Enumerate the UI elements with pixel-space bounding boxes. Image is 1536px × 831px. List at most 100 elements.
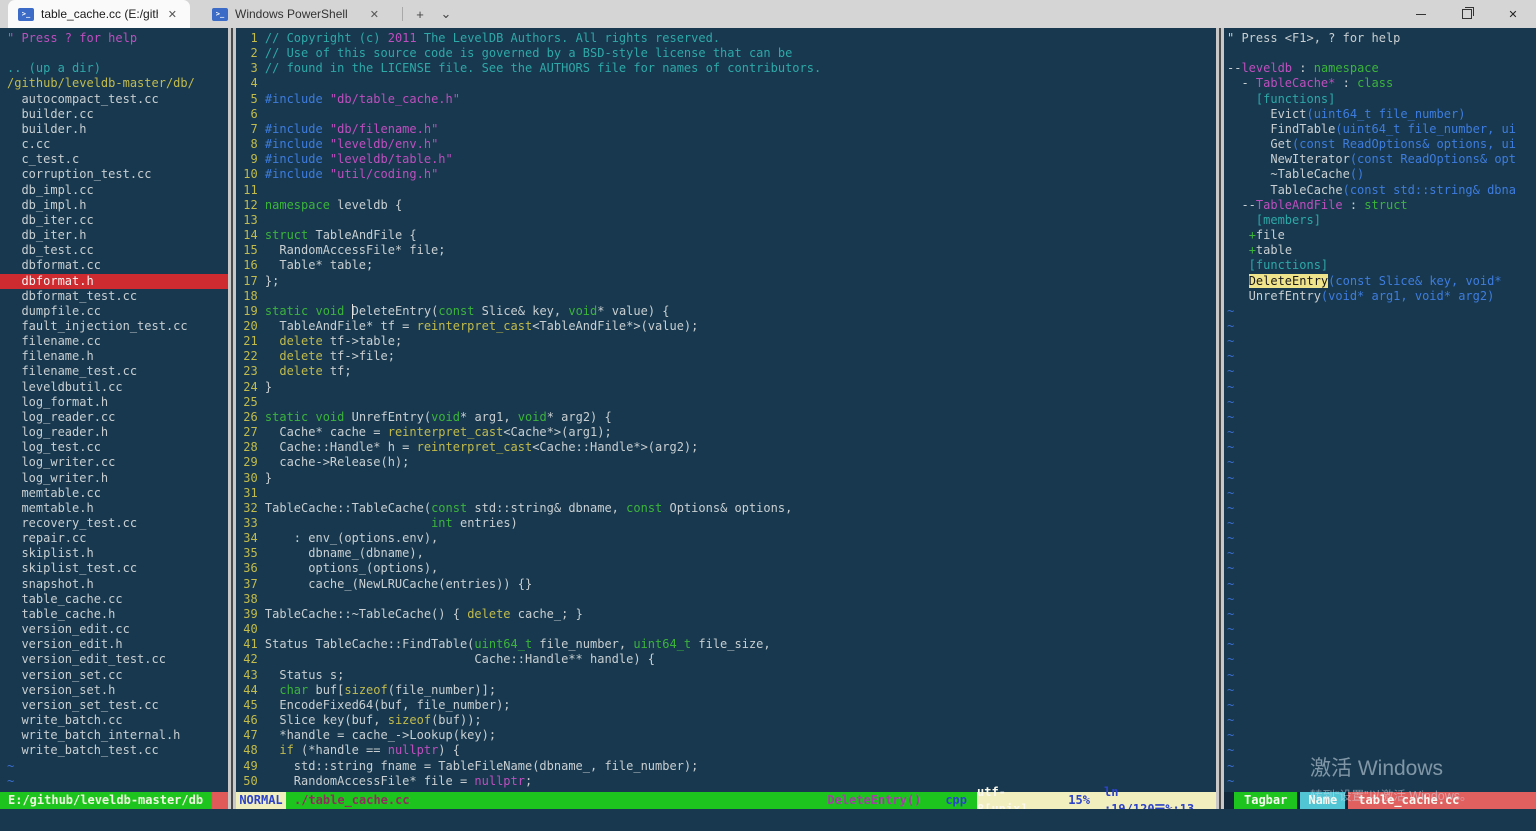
tag-item[interactable]: [functions] <box>1227 92 1536 107</box>
tree-item[interactable]: c_test.c <box>7 152 228 167</box>
code-line[interactable]: 45 EncodeFixed64(buf, file_number); <box>236 698 1216 713</box>
tag-item[interactable]: --leveldb : namespace <box>1227 61 1536 76</box>
code-line[interactable]: 39TableCache::~TableCache() { delete cac… <box>236 607 1216 622</box>
maximize-button[interactable] <box>1444 0 1490 28</box>
code-line[interactable]: 35 dbname_(dbname), <box>236 546 1216 561</box>
code-line[interactable]: 16 Table* table; <box>236 258 1216 273</box>
tag-item[interactable]: NewIterator(const ReadOptions& opt <box>1227 152 1536 167</box>
new-tab-button[interactable]: + <box>407 0 433 28</box>
code-line[interactable]: 29 cache->Release(h); <box>236 455 1216 470</box>
tree-item[interactable]: filename_test.cc <box>7 364 228 379</box>
code-line[interactable]: 23 delete tf; <box>236 364 1216 379</box>
tree-item[interactable]: fault_injection_test.cc <box>7 319 228 334</box>
code-line[interactable]: 42 Cache::Handle** handle) { <box>236 652 1216 667</box>
tree-item[interactable]: filename.cc <box>7 334 228 349</box>
tree-item[interactable]: dbformat_test.cc <box>7 289 228 304</box>
code-line[interactable]: 11 <box>236 183 1216 198</box>
tab-close-icon[interactable]: ✕ <box>367 8 382 21</box>
code-line[interactable]: 13 <box>236 213 1216 228</box>
tree-item[interactable]: repair.cc <box>7 531 228 546</box>
tag-item[interactable]: DeleteEntry(const Slice& key, void* <box>1227 274 1536 289</box>
tag-item[interactable]: Evict(uint64_t file_number) <box>1227 107 1536 122</box>
tree-item[interactable]: log_format.h <box>7 395 228 410</box>
title-bar[interactable]: >_ table_cache.cc (E:/github/leveld ✕ >_… <box>0 0 1536 28</box>
code-line[interactable]: 22 delete tf->file; <box>236 349 1216 364</box>
tree-item[interactable]: db_iter.cc <box>7 213 228 228</box>
tree-item[interactable]: db_iter.h <box>7 228 228 243</box>
tree-item[interactable]: db_test.cc <box>7 243 228 258</box>
code-line[interactable]: 3// found in the LICENSE file. See the A… <box>236 61 1216 76</box>
tree-item[interactable]: version_edit.cc <box>7 622 228 637</box>
tab-close-icon[interactable]: ✕ <box>165 8 180 21</box>
code-line[interactable]: 14struct TableAndFile { <box>236 228 1216 243</box>
code-line[interactable]: 30} <box>236 471 1216 486</box>
tree-item[interactable]: builder.h <box>7 122 228 137</box>
code-line[interactable]: 5#include "db/table_cache.h" <box>236 92 1216 107</box>
tab-powershell[interactable]: >_ Windows PowerShell ✕ <box>202 0 392 28</box>
tree-item[interactable] <box>7 46 228 61</box>
tree-item[interactable]: filename.h <box>7 349 228 364</box>
tag-item[interactable]: FindTable(uint64_t file_number, ui <box>1227 122 1536 137</box>
code-line[interactable]: 49 std::string fname = TableFileName(dbn… <box>236 759 1216 774</box>
tree-item[interactable]: memtable.h <box>7 501 228 516</box>
code-line[interactable]: 27 Cache* cache = reinterpret_cast<Cache… <box>236 425 1216 440</box>
tree-item[interactable]: log_reader.cc <box>7 410 228 425</box>
tree-item[interactable]: table_cache.cc <box>7 592 228 607</box>
tagbar-pane[interactable]: " Press <F1>, ? for help--leveldb : name… <box>1224 28 1536 792</box>
tag-item[interactable]: ~TableCache() <box>1227 167 1536 182</box>
tree-item[interactable]: write_batch.cc <box>7 713 228 728</box>
tab-table-cache[interactable]: >_ table_cache.cc (E:/github/leveld ✕ <box>8 0 190 28</box>
code-line[interactable]: 15 RandomAccessFile* file; <box>236 243 1216 258</box>
tree-item[interactable]: skiplist.h <box>7 546 228 561</box>
code-line[interactable]: 26static void UnrefEntry(void* arg1, voi… <box>236 410 1216 425</box>
tree-item[interactable]: write_batch_internal.h <box>7 728 228 743</box>
code-line[interactable]: 21 delete tf->table; <box>236 334 1216 349</box>
code-line[interactable]: 41Status TableCache::FindTable(uint64_t … <box>236 637 1216 652</box>
tree-item[interactable]: write_batch_test.cc <box>7 743 228 758</box>
code-line[interactable]: 25 <box>236 395 1216 410</box>
tree-item[interactable]: version_set_test.cc <box>7 698 228 713</box>
tree-item[interactable]: dumpfile.cc <box>7 304 228 319</box>
tag-item[interactable] <box>1227 46 1536 61</box>
tree-item[interactable]: /github/leveldb-master/db/ <box>7 76 228 91</box>
tree-item[interactable]: snapshot.h <box>7 577 228 592</box>
tree-item[interactable]: autocompact_test.cc <box>7 92 228 107</box>
code-line[interactable]: 1// Copyright (c) 2011 The LevelDB Autho… <box>236 31 1216 46</box>
code-line[interactable]: 32TableCache::TableCache(const std::stri… <box>236 501 1216 516</box>
tag-item[interactable]: +table <box>1227 243 1536 258</box>
code-line[interactable]: 9#include "leveldb/table.h" <box>236 152 1216 167</box>
code-line[interactable]: 31 <box>236 486 1216 501</box>
code-line[interactable]: 47 *handle = cache_->Lookup(key); <box>236 728 1216 743</box>
code-pane[interactable]: 1// Copyright (c) 2011 The LevelDB Autho… <box>236 28 1216 792</box>
tree-item[interactable]: " Press ? for help <box>7 31 228 46</box>
code-line[interactable]: 48 if (*handle == nullptr) { <box>236 743 1216 758</box>
tree-item[interactable]: db_impl.h <box>7 198 228 213</box>
tag-item[interactable]: - TableCache* : class <box>1227 76 1536 91</box>
tree-item[interactable]: log_reader.h <box>7 425 228 440</box>
code-line[interactable]: 6 <box>236 107 1216 122</box>
tree-item[interactable]: skiplist_test.cc <box>7 561 228 576</box>
code-line[interactable]: 20 TableAndFile* tf = reinterpret_cast<T… <box>236 319 1216 334</box>
tree-item[interactable]: builder.cc <box>7 107 228 122</box>
tag-item[interactable]: Get(const ReadOptions& options, ui <box>1227 137 1536 152</box>
tag-item[interactable]: [functions] <box>1227 258 1536 273</box>
tree-item[interactable]: db_impl.cc <box>7 183 228 198</box>
tag-item[interactable]: UnrefEntry(void* arg1, void* arg2) <box>1227 289 1536 304</box>
code-line[interactable]: 8#include "leveldb/env.h" <box>236 137 1216 152</box>
code-line[interactable]: 37 cache_(NewLRUCache(entries)) {} <box>236 577 1216 592</box>
tree-item[interactable]: log_test.cc <box>7 440 228 455</box>
minimize-button[interactable] <box>1398 0 1444 28</box>
tag-item[interactable]: [members] <box>1227 213 1536 228</box>
code-line[interactable]: 19static void DeleteEntry(const Slice& k… <box>236 304 1216 319</box>
tag-item[interactable]: +file <box>1227 228 1536 243</box>
tree-item[interactable]: recovery_test.cc <box>7 516 228 531</box>
tree-item[interactable]: corruption_test.cc <box>7 167 228 182</box>
tree-item[interactable]: table_cache.h <box>7 607 228 622</box>
code-line[interactable]: 50 RandomAccessFile* file = nullptr; <box>236 774 1216 789</box>
code-line[interactable]: 24} <box>236 380 1216 395</box>
pane-separator[interactable] <box>1216 28 1224 809</box>
code-line[interactable]: 44 char buf[sizeof(file_number)]; <box>236 683 1216 698</box>
code-line[interactable]: 36 options_(options), <box>236 561 1216 576</box>
command-line[interactable] <box>0 809 1536 831</box>
tree-item[interactable]: memtable.cc <box>7 486 228 501</box>
